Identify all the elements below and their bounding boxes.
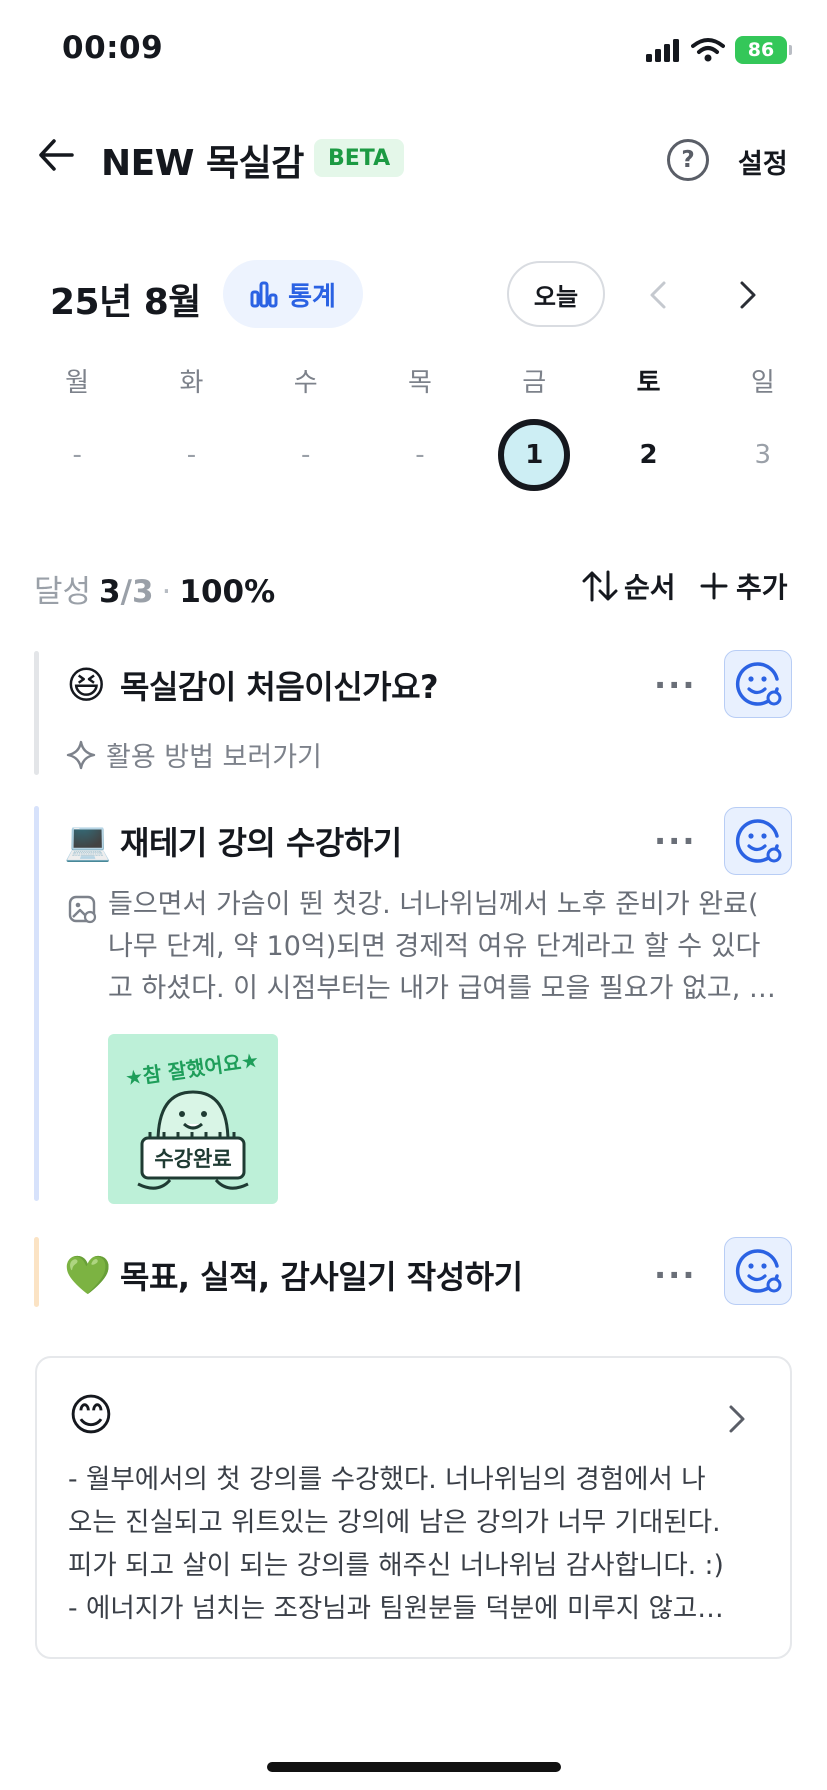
weekday-tue: 화 bbox=[179, 368, 204, 398]
page-title: NEW 목실감 bbox=[101, 143, 304, 184]
add-label: 추가 bbox=[736, 571, 788, 604]
weekday-thu: 목 bbox=[408, 368, 432, 398]
achievement-label: 달성 bbox=[34, 574, 92, 610]
battery-level: 86 bbox=[747, 39, 775, 61]
sort-arrows-icon bbox=[582, 570, 618, 602]
diary-line: 오는 진실되고 위트있는 강의에 남은 강의가 너무 기대된다. bbox=[68, 1507, 721, 1538]
bar-chart-icon bbox=[250, 281, 278, 308]
achievement-summary: 달성 3 /3 · 100% bbox=[34, 566, 275, 611]
task-title: 재테기 강의 수강하기 bbox=[120, 824, 402, 862]
chevron-left-icon[interactable] bbox=[648, 280, 668, 314]
guide-link[interactable]: 활용 방법 보러가기 bbox=[66, 735, 322, 774]
memo-line: 들으면서 가슴이 뛴 첫강. 너나위님께서 노후 준비가 완료( bbox=[108, 889, 759, 920]
guide-link-label: 활용 방법 보러가기 bbox=[106, 742, 322, 773]
cellular-signal-icon bbox=[646, 39, 679, 62]
diary-text: - 월부에서의 첫 강의를 수강했다. 너나위님의 경험에서 나 오는 진실되고… bbox=[68, 1458, 768, 1630]
date-cell[interactable]: - bbox=[134, 418, 248, 492]
sort-order-button[interactable]: 순서 bbox=[582, 566, 676, 606]
today-button[interactable]: 오늘 bbox=[507, 261, 605, 327]
achievement-total: /3 bbox=[120, 574, 154, 610]
sticker-top-text: ★참 잘했어요★ bbox=[124, 1048, 261, 1091]
settings-button[interactable]: 설정 bbox=[738, 142, 788, 181]
stats-button[interactable]: 통계 bbox=[223, 260, 363, 328]
weekday-mon: 월 bbox=[65, 368, 90, 398]
diary-mood-emoji: 😊 bbox=[68, 1390, 114, 1441]
achievement-done: 3 bbox=[99, 574, 121, 610]
date-cell[interactable]: - bbox=[249, 418, 363, 492]
diary-line: - 월부에서의 첫 강의를 수강했다. 너나위님의 경험에서 나 bbox=[68, 1464, 706, 1495]
weekday-row: 월 화 수 목 금 토 일 bbox=[20, 362, 820, 399]
task-title: 목표, 실적, 감사일기 작성하기 bbox=[120, 1258, 523, 1296]
diary-line: 피가 되고 살이 되는 강의를 해주신 너나위님 감사합니다. :) bbox=[68, 1550, 724, 1581]
smile-face-icon bbox=[735, 819, 782, 863]
date-cell[interactable]: - bbox=[363, 418, 477, 492]
plus-icon bbox=[700, 572, 728, 600]
beta-badge: BETA bbox=[314, 139, 405, 177]
selected-date: 1 bbox=[498, 419, 571, 491]
task-emoji: 💚 bbox=[64, 1252, 111, 1297]
battery-charging-icon: 86 bbox=[735, 36, 792, 64]
status-icons: 86 bbox=[645, 36, 792, 64]
date-label: - bbox=[72, 440, 82, 470]
back-arrow-icon[interactable] bbox=[38, 138, 74, 176]
completion-sticker-image[interactable]: ★참 잘했어요★ 수강완료 bbox=[108, 1034, 278, 1204]
weekday-sun: 일 bbox=[750, 368, 775, 398]
stats-label: 통계 bbox=[288, 281, 336, 312]
chevron-right-icon[interactable] bbox=[727, 1404, 747, 1438]
wifi-icon bbox=[691, 38, 725, 62]
date-row: - - - - 1 2 3 bbox=[20, 418, 820, 492]
date-label: - bbox=[186, 440, 197, 470]
date-cell[interactable]: - bbox=[20, 418, 134, 492]
month-label: 25년 8월 bbox=[50, 282, 201, 323]
date-cell[interactable]: 3 bbox=[706, 418, 820, 492]
task-color-bar bbox=[34, 651, 39, 775]
sort-order-label: 순서 bbox=[624, 571, 676, 604]
face-check-button[interactable] bbox=[724, 807, 792, 875]
home-indicator[interactable] bbox=[267, 1762, 561, 1772]
memo-line: 고 하셨다. 이 시점부터는 내가 급여를 모을 필요가 없고, … bbox=[108, 973, 776, 1004]
date-cell-selected[interactable]: 1 bbox=[477, 418, 591, 492]
task-emoji: 💻 bbox=[64, 818, 111, 863]
date-label: 3 bbox=[754, 440, 772, 470]
task-memo[interactable]: 들으면서 가슴이 뛴 첫강. 너나위님께서 노후 준비가 완료( 나무 단계, … bbox=[108, 884, 798, 1010]
smile-face-icon bbox=[735, 662, 782, 706]
sparkle-icon bbox=[66, 740, 96, 769]
date-label: 2 bbox=[639, 440, 658, 470]
smile-face-icon bbox=[735, 1249, 782, 1293]
date-label: - bbox=[415, 440, 425, 470]
achievement-percent: 100% bbox=[179, 574, 276, 610]
task-color-bar bbox=[34, 806, 39, 1201]
task-title-row[interactable]: 💚 목표, 실적, 감사일기 작성하기 bbox=[64, 1252, 523, 1298]
task-emoji: 😆 bbox=[66, 663, 106, 707]
more-options-icon[interactable]: ··· bbox=[654, 666, 696, 704]
memo-image-icon bbox=[68, 895, 98, 929]
sticker-bottom-text: 수강완료 bbox=[154, 1147, 231, 1171]
face-check-button[interactable] bbox=[724, 650, 792, 718]
weekday-sat: 토 bbox=[636, 368, 661, 398]
status-time: 00:09 bbox=[62, 30, 164, 66]
diary-line: - 에너지가 넘치는 조장님과 팀원분들 덕분에 미루지 않고… bbox=[68, 1593, 724, 1624]
memo-line: 나무 단계, 약 10억)되면 경제적 여유 단계라고 할 수 있다 bbox=[108, 931, 761, 962]
weekday-wed: 수 bbox=[293, 368, 318, 398]
task-title-row[interactable]: 💻 재테기 강의 수강하기 bbox=[64, 818, 402, 864]
weekday-fri: 금 bbox=[522, 368, 547, 398]
date-label: - bbox=[301, 440, 311, 470]
question-circle-icon[interactable]: ? bbox=[667, 139, 709, 181]
task-title: 목실감이 처음이신가요? bbox=[120, 668, 439, 706]
more-options-icon[interactable]: ··· bbox=[654, 1256, 696, 1294]
face-check-button[interactable] bbox=[724, 1237, 792, 1305]
task-title-row[interactable]: 😆 목실감이 처음이신가요? bbox=[64, 662, 438, 708]
chevron-right-icon[interactable] bbox=[738, 280, 758, 314]
date-cell[interactable]: 2 bbox=[591, 418, 705, 492]
more-options-icon[interactable]: ··· bbox=[654, 822, 696, 860]
add-button[interactable]: 추가 bbox=[700, 566, 788, 606]
separator-dot: · bbox=[161, 574, 172, 610]
task-color-bar bbox=[34, 1237, 39, 1307]
